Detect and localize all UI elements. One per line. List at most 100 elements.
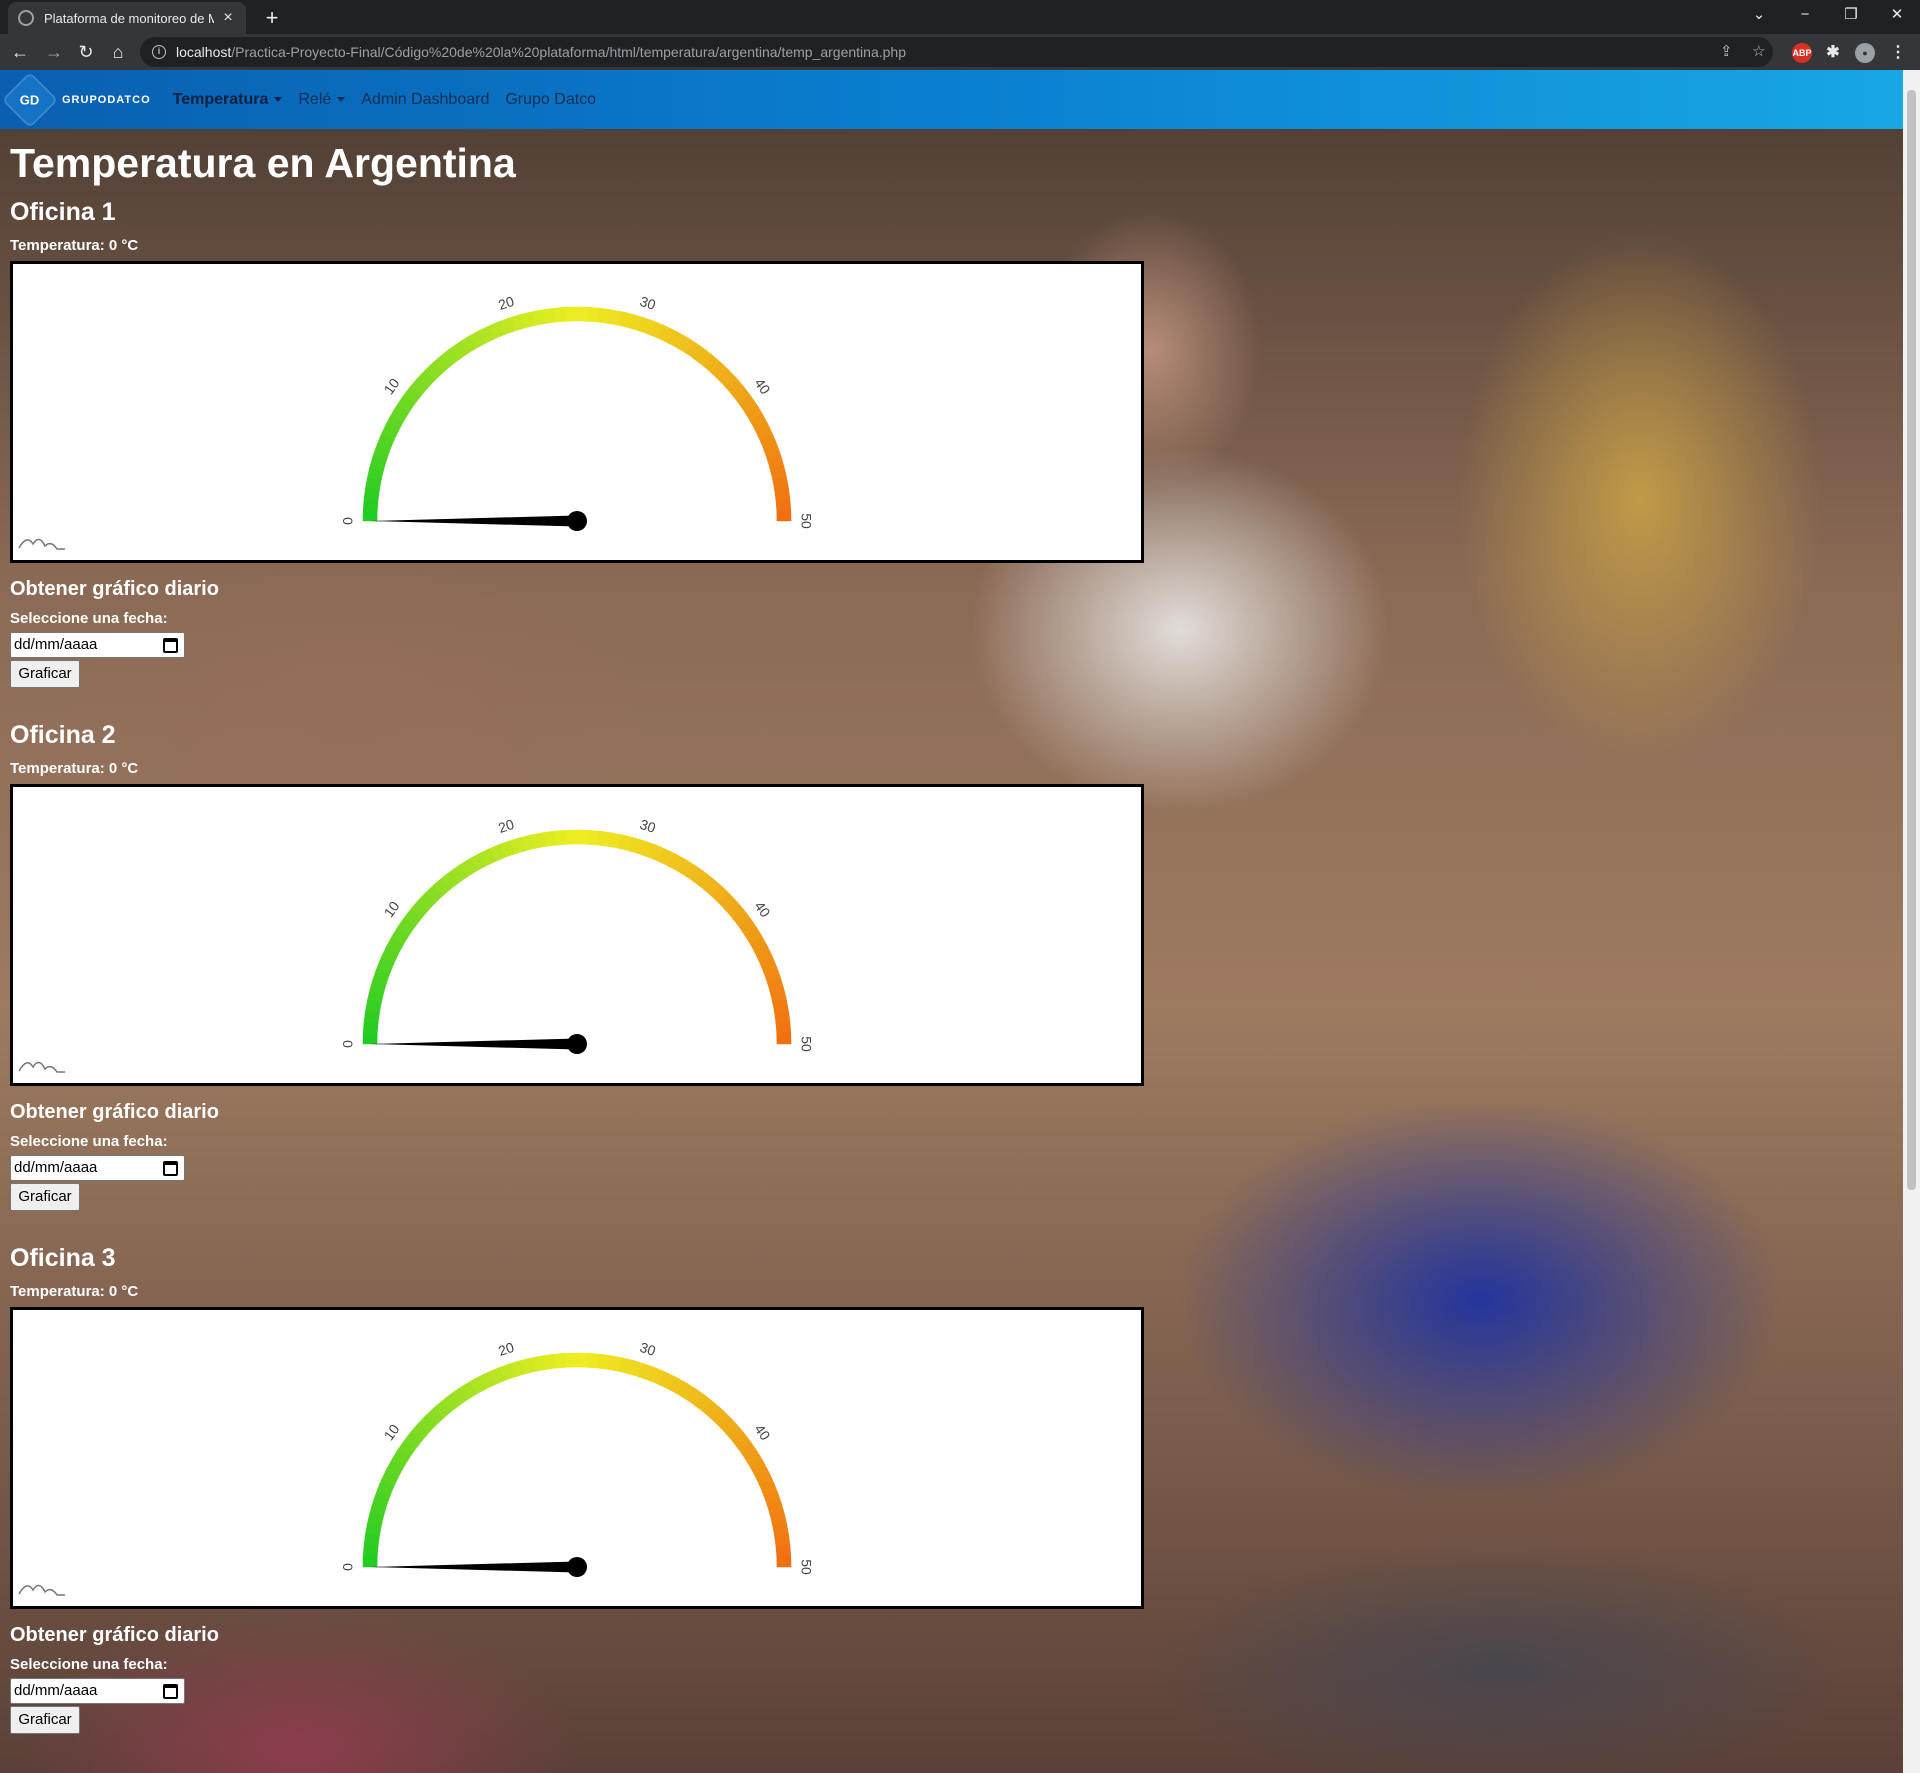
gauge-arc-segment (554, 829, 567, 846)
extensions-icon[interactable]: ✱ (1823, 43, 1843, 63)
bookmark-star-icon[interactable]: ☆ (1752, 37, 1765, 67)
gauge-tick-label: 0 (340, 1040, 356, 1048)
gauge-arc-segment (362, 498, 379, 511)
restore-icon[interactable]: ❐ (1828, 0, 1874, 32)
gauge-arc-segment (775, 1544, 792, 1557)
profile-avatar-icon[interactable]: ● (1855, 43, 1875, 63)
close-window-icon[interactable]: ✕ (1874, 0, 1920, 32)
menu-icon[interactable]: ⋮ (1888, 43, 1908, 63)
date-label: Seleccione una fecha: (10, 610, 168, 627)
graficar-button[interactable]: Graficar (10, 660, 80, 688)
gauge-arc-segment (362, 1021, 379, 1034)
gauge-tick-label: 30 (638, 293, 658, 313)
page-scrollbar[interactable] (1903, 70, 1920, 1773)
logo[interactable]: GD GRUPODATCO (1, 71, 151, 128)
date-input[interactable]: dd/mm/aaaa (10, 1678, 185, 1704)
gauge-needle-hub (567, 1557, 587, 1577)
gauge-tick-label: 30 (638, 816, 658, 836)
graficar-button[interactable]: Graficar (10, 1706, 80, 1734)
gauge-chart[interactable]: 0 10 20 30 40 50 (10, 784, 1144, 1086)
gauge-tick-label: 20 (496, 1339, 516, 1359)
nav-admin-dashboard[interactable]: Admin Dashboard (361, 91, 489, 109)
scrollbar-thumb[interactable] (1907, 90, 1916, 1190)
gauge-svg: 0 10 20 30 40 50 (18, 816, 814, 1073)
gauge-tick-label: 40 (751, 375, 773, 397)
calendar-icon[interactable] (163, 638, 178, 653)
gauge-arc-segment (565, 1352, 578, 1368)
close-tab-icon[interactable]: × (220, 9, 236, 27)
office-section-2: Oficina 2 Temperatura: 0 °C 0 10 20 30 40 50 … (10, 721, 1170, 1241)
temperature-readout: Temperatura: 0 °C (10, 1283, 139, 1300)
date-input-placeholder: dd/mm/aaaa (14, 636, 98, 653)
tab-search-icon[interactable]: ⌄ (1736, 0, 1782, 32)
gauge-arc-segment (576, 829, 589, 845)
nav-temperatura-label: Temperatura (172, 90, 269, 108)
minimize-icon[interactable]: − (1782, 0, 1828, 32)
gauge-arc-segment (565, 829, 578, 845)
gauge-arc-segment (587, 1352, 600, 1369)
gauge-needle (370, 1561, 577, 1573)
office-section-3: Oficina 3 Temperatura: 0 °C 0 10 20 30 40 50 … (10, 1244, 1170, 1764)
reload-icon[interactable]: ↻ (72, 38, 100, 66)
gauge-chart[interactable]: 0 10 20 30 40 50 (10, 1307, 1144, 1609)
office-title: Oficina 2 (10, 721, 116, 749)
address-bar[interactable]: i localhost /Practica-Proyecto-Final/Cód… (140, 37, 1773, 67)
adblock-icon[interactable]: ABP (1792, 43, 1812, 63)
gauge-arc-segment (587, 306, 600, 323)
info-icon[interactable]: i (152, 45, 166, 59)
tab-strip: Plataforma de monitoreo de MQ × + ⌄ − ❐ … (0, 0, 1920, 34)
calendar-icon[interactable] (163, 1161, 178, 1176)
gauge-arc-segment (543, 830, 557, 847)
gauge-arc-segment (776, 1032, 792, 1045)
gauge-arc-segment (587, 829, 600, 846)
graficar-button[interactable]: Graficar (10, 1183, 80, 1211)
nav-temperatura[interactable]: Temperatura (173, 91, 283, 109)
gauge-arc-segment (554, 306, 567, 323)
url-path: /Practica-Proyecto-Final/Código%20de%20l… (231, 44, 906, 60)
date-input[interactable]: dd/mm/aaaa (10, 632, 185, 658)
calendar-icon[interactable] (163, 1684, 178, 1699)
date-label: Seleccione una fecha: (10, 1656, 168, 1673)
gauge-tick-label: 50 (798, 1559, 814, 1575)
temperature-readout: Temperatura: 0 °C (10, 760, 139, 777)
gauge-svg: 0 10 20 30 40 50 (18, 293, 814, 550)
gauge-chart[interactable]: 0 10 20 30 40 50 (10, 261, 1144, 563)
logo-text: GRUPODATCO (62, 93, 151, 106)
new-tab-icon[interactable]: + (258, 4, 286, 32)
gauge-arc-segment (554, 1352, 567, 1369)
chevron-down-icon (274, 96, 283, 102)
gauge-needle-hub (567, 511, 587, 531)
nav-rele[interactable]: Relé (298, 90, 346, 109)
url-host: localhost (176, 44, 232, 60)
gauge-arc-segment (362, 509, 378, 522)
forward-icon[interactable]: → (40, 38, 68, 66)
browser-toolbar: ← → ↻ ⌂ i localhost /Practica-Proyecto-F… (0, 34, 1920, 70)
gauge-arc-segment (362, 1555, 378, 1568)
office-title: Oficina 3 (10, 1244, 116, 1272)
nav-rele-label: Relé (298, 90, 332, 108)
date-input[interactable]: dd/mm/aaaa (10, 1155, 185, 1181)
gauge-arc-segment (775, 1021, 792, 1034)
home-icon[interactable]: ⌂ (104, 38, 132, 66)
gauge-svg: 0 10 20 30 40 50 (18, 1339, 814, 1596)
date-label: Seleccione una fecha: (10, 1133, 168, 1150)
page-viewport: GD GRUPODATCO Temperatura Relé Admin Das… (0, 70, 1903, 1773)
share-icon[interactable]: ⇪ (1720, 37, 1733, 67)
gauge-needle (370, 1038, 577, 1050)
plotly-logo-icon (18, 538, 65, 550)
back-icon[interactable]: ← (6, 38, 34, 66)
daily-chart-title: Obtener gráfico diario (10, 1101, 219, 1123)
gauge-tick-label: 50 (798, 513, 814, 529)
globe-icon (18, 10, 34, 26)
logo-mark: GD (1, 71, 59, 128)
top-navbar: GD GRUPODATCO Temperatura Relé Admin Das… (0, 70, 1903, 129)
gauge-arc-segment (774, 487, 791, 501)
chevron-down-icon (337, 96, 346, 102)
browser-tab[interactable]: Plataforma de monitoreo de MQ × (8, 2, 246, 34)
date-input-placeholder: dd/mm/aaaa (14, 1682, 98, 1699)
gauge-tick-label: 30 (638, 1339, 658, 1359)
nav-grupo-datco[interactable]: Grupo Datco (505, 91, 596, 109)
gauge-arc-segment (774, 1533, 791, 1547)
gauge-arc-segment (776, 509, 792, 522)
gauge-tick-label: 40 (751, 898, 773, 920)
